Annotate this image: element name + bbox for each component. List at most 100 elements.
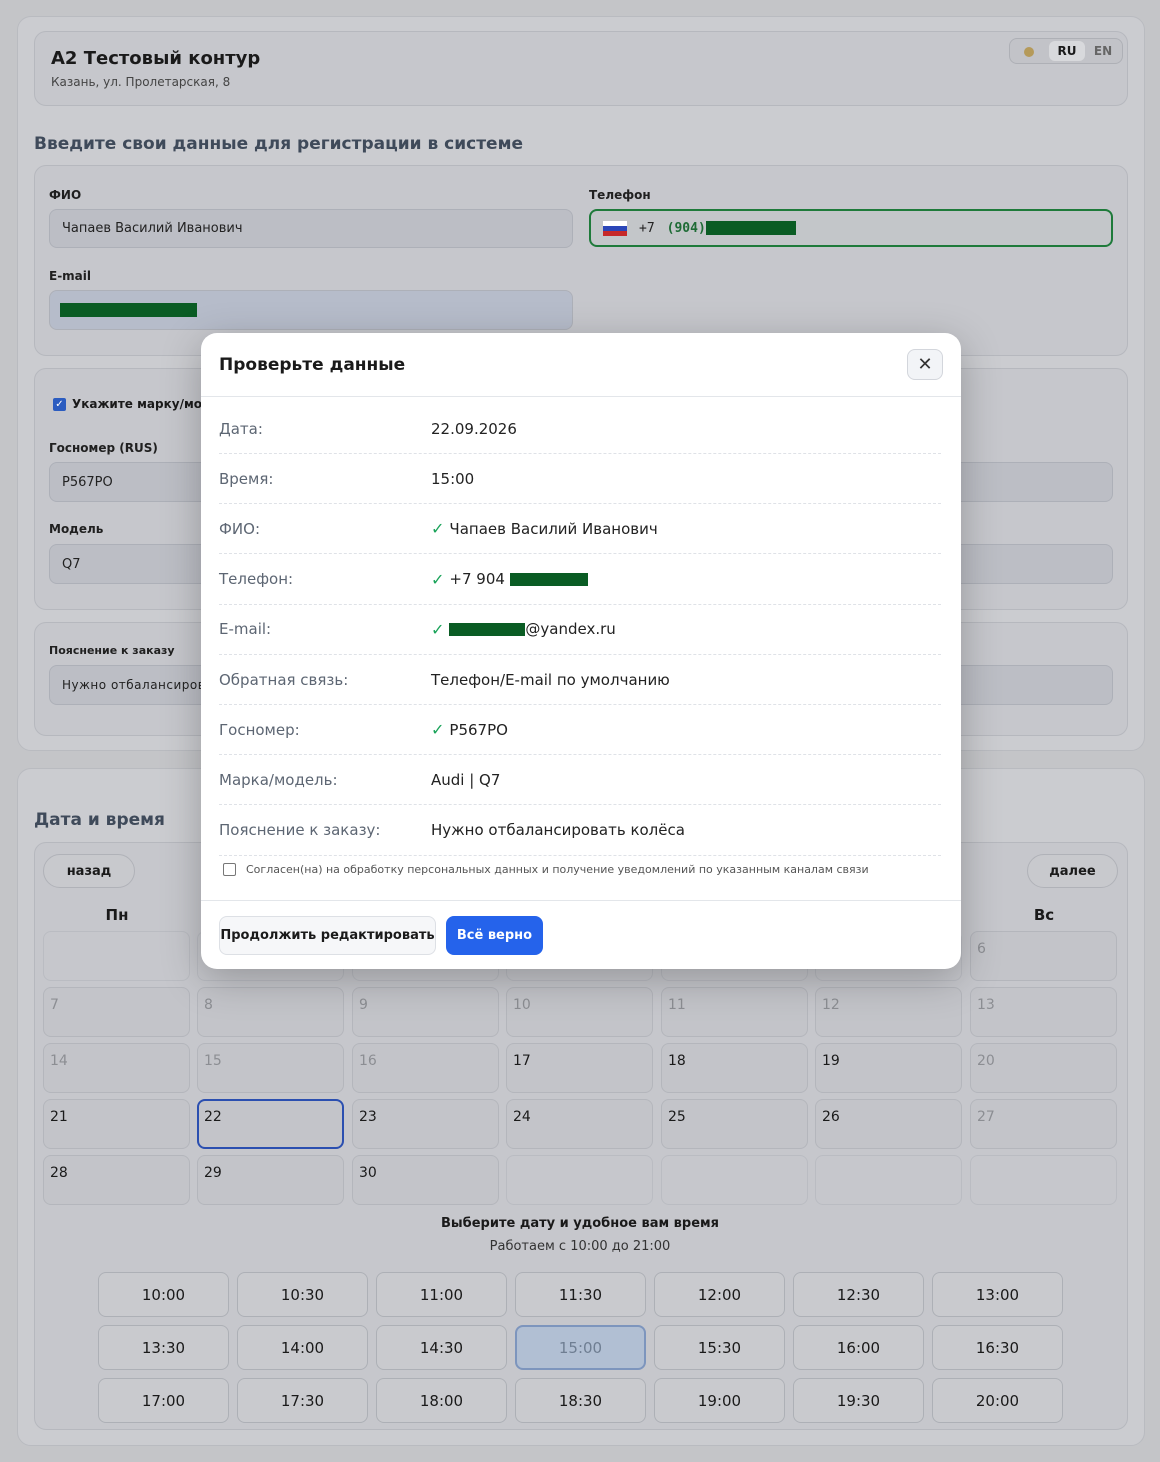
summary-value-text: Audi | Q7 [431, 770, 501, 789]
time-slot-1600[interactable]: 16:00 [793, 1325, 924, 1370]
time-slot-1430[interactable]: 14:30 [376, 1325, 507, 1370]
time-slot-1830[interactable]: 18:30 [515, 1378, 646, 1423]
verified-check-icon: ✓ [431, 720, 445, 740]
time-slot-1130[interactable]: 11:30 [515, 1272, 646, 1317]
close-icon: ✕ [917, 354, 933, 375]
time-slot-1000[interactable]: 10:00 [98, 1272, 229, 1317]
slot-hint: Выберите дату и удобное вам время [440, 1216, 719, 1231]
redaction-block [449, 622, 526, 636]
email-input[interactable] [49, 290, 573, 330]
calendar-day-18[interactable]: 18 [661, 1043, 808, 1093]
calendar-day-11: 11 [661, 987, 808, 1037]
summary-value: 15:00 [431, 470, 474, 488]
phone-redaction [705, 221, 796, 235]
summary-key: Дата: [219, 419, 263, 438]
fio-label: ФИО [49, 188, 82, 202]
confirm-button[interactable]: Всё верно [446, 916, 543, 955]
calendar-day-17[interactable]: 17 [506, 1043, 653, 1093]
summary-value-text: +7 904 [449, 570, 505, 589]
calendar-day-26[interactable]: 26 [815, 1099, 962, 1149]
language-switcher: RU EN [1009, 38, 1123, 64]
phone-label: Телефон [589, 188, 651, 202]
next-month-button[interactable]: далее [1027, 854, 1118, 888]
summary-key: Марка/модель: [219, 770, 338, 789]
fio-input[interactable]: Чапаев Василий Иванович [49, 209, 573, 248]
calendar-day-empty [815, 1155, 962, 1205]
theme-icon[interactable] [1024, 47, 1034, 57]
summary-value-suffix: @yandex.ru [525, 620, 616, 639]
phone-prefix: +7 [639, 220, 655, 236]
calendar-day-22[interactable]: 22 [197, 1099, 344, 1149]
consent-row[interactable]: Согласен(на) на обработку персональных д… [223, 863, 869, 876]
calendar-day-23[interactable]: 23 [352, 1099, 499, 1149]
summary-row: Марка/модель: Audi | Q7 [219, 755, 941, 806]
registration-heading: Введите свои данные для регистрации в си… [34, 134, 524, 154]
address: Казань, ул. Пролетарская, 8 [51, 75, 231, 89]
calendar-day-25[interactable]: 25 [661, 1099, 808, 1149]
calendar-day-30[interactable]: 30 [352, 1155, 499, 1205]
calendar-day-20: 20 [970, 1043, 1117, 1093]
consent-text: Согласен(на) на обработку персональных д… [246, 863, 869, 876]
time-slot-1900[interactable]: 19:00 [654, 1378, 785, 1423]
email-label: E-mail [49, 269, 92, 283]
lang-en-button[interactable]: EN [1090, 41, 1116, 61]
summary-key: Госномер: [219, 720, 300, 739]
calendar-day-27: 27 [970, 1099, 1117, 1149]
redaction-block [509, 572, 588, 586]
time-slot-1200[interactable]: 12:00 [654, 1272, 785, 1317]
phone-input[interactable]: +7 (904) [589, 209, 1113, 247]
calendar-day-7: 7 [43, 987, 190, 1037]
calendar-day-12: 12 [815, 987, 962, 1037]
time-slot-1500[interactable]: 15:00 [515, 1325, 646, 1370]
summary-value-text: Р567РО [449, 720, 508, 739]
modal-close-button[interactable]: ✕ [907, 349, 943, 380]
lang-ru-button[interactable]: RU [1049, 41, 1085, 61]
summary-row: Время: 15:00 [219, 454, 941, 505]
prev-month-button[interactable]: назад [43, 854, 135, 888]
time-slot-2000[interactable]: 20:00 [932, 1378, 1063, 1423]
calendar-day-empty [661, 1155, 808, 1205]
calendar-day-24[interactable]: 24 [506, 1099, 653, 1149]
time-slot-1230[interactable]: 12:30 [793, 1272, 924, 1317]
model-label: Модель [49, 522, 104, 536]
modal-title: Проверьте данные [219, 355, 406, 375]
phone-code: (904) [666, 220, 706, 236]
confirm-modal: Проверьте данные ✕ Дата: 22.09.2026 Время:… [201, 333, 961, 969]
time-slot-1030[interactable]: 10:30 [237, 1272, 368, 1317]
time-slot-1930[interactable]: 19:30 [793, 1378, 924, 1423]
calendar-day-13: 13 [970, 987, 1117, 1037]
calendar-day-29[interactable]: 29 [197, 1155, 344, 1205]
summary-value: Нужно отбалансировать колёса [431, 821, 685, 839]
summary-value: 22.09.2026 [431, 420, 517, 438]
time-slot-1300[interactable]: 13:00 [932, 1272, 1063, 1317]
calendar-day-10: 10 [506, 987, 653, 1037]
time-slot-1730[interactable]: 17:30 [237, 1378, 368, 1423]
summary-value: Audi | Q7 [431, 771, 500, 789]
car-checkbox[interactable]: ✓ [53, 397, 66, 411]
calendar-day-16: 16 [352, 1043, 499, 1093]
modal-divider-top [201, 396, 961, 397]
time-slot-1700[interactable]: 17:00 [98, 1378, 229, 1423]
summary-value: ✓ @yandex.ru [431, 620, 616, 639]
continue-editing-button[interactable]: Продолжить редактировать [219, 916, 436, 955]
time-slot-1800[interactable]: 18:00 [376, 1378, 507, 1423]
calendar-day-21[interactable]: 21 [43, 1099, 190, 1149]
time-slot-1100[interactable]: 11:00 [376, 1272, 507, 1317]
summary-value: ✓ Р567РО [431, 720, 508, 739]
calendar-day-empty [43, 931, 190, 981]
time-slot-1530[interactable]: 15:30 [654, 1325, 785, 1370]
calendar-day-9: 9 [352, 987, 499, 1037]
consent-checkbox[interactable] [223, 863, 236, 876]
verified-check-icon: ✓ [431, 569, 445, 589]
calendar-day-19[interactable]: 19 [815, 1043, 962, 1093]
summary-row: ФИО: ✓ Чапаев Василий Иванович [219, 504, 941, 555]
time-slot-1400[interactable]: 14:00 [237, 1325, 368, 1370]
summary-value-text: Телефон/E-mail по умолчанию [431, 670, 670, 689]
summary-row: Дата: 22.09.2026 [219, 404, 941, 454]
calendar-day-28[interactable]: 28 [43, 1155, 190, 1205]
time-slot-1330[interactable]: 13:30 [98, 1325, 229, 1370]
summary-value: ✓ Чапаев Василий Иванович [431, 519, 658, 538]
datetime-heading: Дата и время [34, 810, 165, 830]
time-slot-1630[interactable]: 16:30 [932, 1325, 1063, 1370]
calendar-day-6: 6 [970, 931, 1117, 981]
